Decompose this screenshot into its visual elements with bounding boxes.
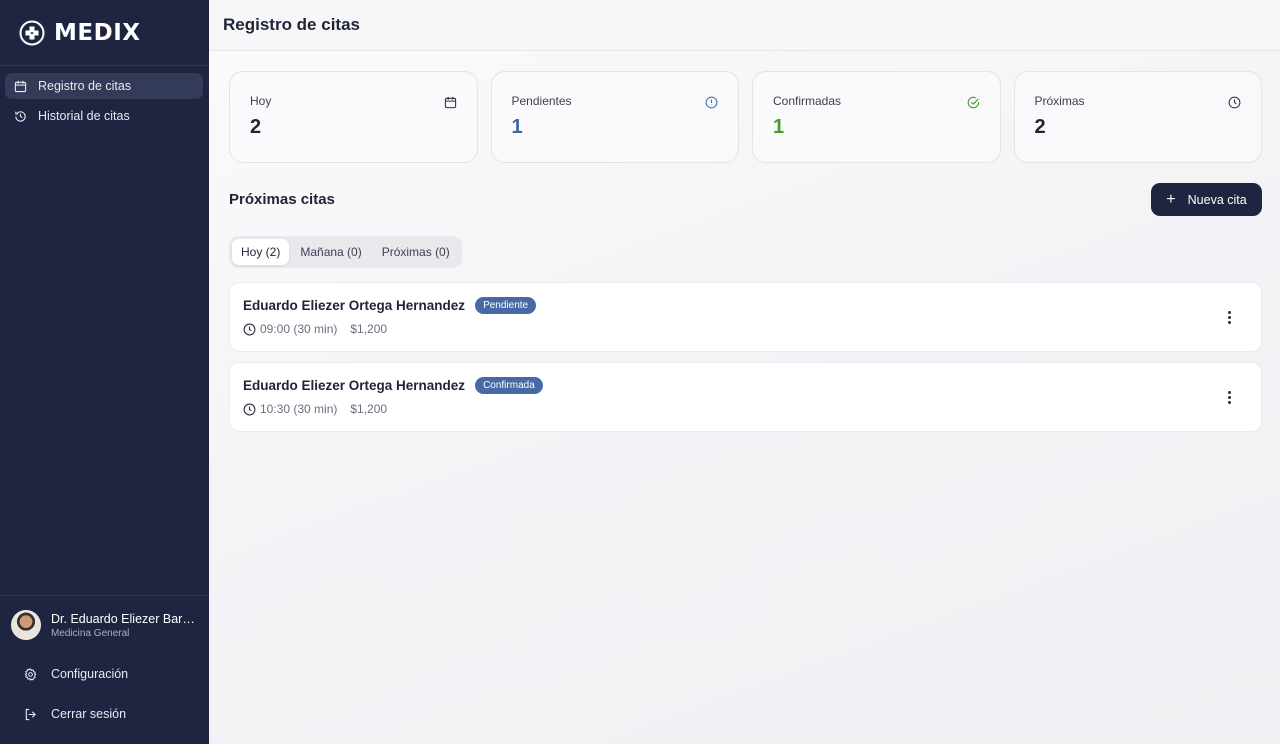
stat-card-proximas: Próximas 2 — [1013, 71, 1262, 163]
new-appointment-label: Nueva cita — [1187, 192, 1247, 207]
stat-label: Próximas — [1034, 94, 1085, 108]
logout-icon — [25, 708, 36, 720]
topbar: Registro de citas — [209, 0, 1280, 51]
patient-name: Eduardo Eliezer Ortega Hernandez — [243, 298, 466, 313]
appointment-tabs: Hoy (2) Mañana (0) Próximas (0) — [229, 236, 462, 268]
main-content: Registro de citas Hoy 2 Pendientes 1 Con… — [209, 0, 1280, 744]
user-role: Medicina General — [51, 627, 130, 639]
appointment-list: Eduardo Eliezer Ortega Hernandez Pendien… — [229, 282, 1262, 442]
history-icon — [15, 110, 26, 122]
settings-label: Configuración — [51, 667, 129, 681]
appointment-time: 10:30 (30 min) — [260, 402, 338, 416]
status-badge: Confirmada — [475, 377, 543, 394]
brand[interactable]: MEDIX — [0, 0, 209, 66]
stat-label: Confirmadas — [773, 94, 842, 108]
appointments-header: Próximas citas + Nueva cita — [229, 183, 1262, 216]
brand-name: MEDIX — [54, 19, 141, 46]
user-name: Dr. Eduardo Eliezer Barri... — [51, 611, 197, 626]
avatar — [11, 610, 41, 640]
stat-label: Hoy — [250, 94, 272, 108]
more-options-icon[interactable] — [1221, 387, 1237, 407]
new-appointment-button[interactable]: + Nueva cita — [1151, 183, 1262, 216]
calendar-icon — [444, 96, 456, 109]
sidebar-item-label: Registro de citas — [38, 79, 132, 93]
clock-icon — [243, 323, 256, 335]
stat-card-pendientes: Pendientes 1 — [490, 71, 739, 163]
calendar-icon — [14, 80, 27, 92]
tab-proximas[interactable]: Próximas (0) — [373, 239, 459, 265]
sidebar-footer: Dr. Eduardo Eliezer Barri... Medicina Ge… — [0, 595, 209, 744]
stat-value: 2 — [1034, 116, 1046, 138]
patient-name: Eduardo Eliezer Ortega Hernandez — [243, 378, 466, 393]
appointment-price: $1,200 — [350, 402, 388, 416]
stat-card-hoy: Hoy 2 — [229, 71, 478, 163]
more-options-icon[interactable] — [1221, 307, 1237, 327]
logout-button[interactable]: Cerrar sesión — [0, 694, 209, 734]
status-badge: Pendiente — [475, 297, 537, 314]
appointment-card[interactable]: Eduardo Eliezer Ortega Hernandez Confirm… — [229, 362, 1262, 432]
plus-icon: + — [1166, 190, 1176, 208]
appointment-price: $1,200 — [350, 322, 388, 336]
settings-button[interactable]: Configuración — [0, 654, 209, 694]
sidebar-nav: Registro de citas Historial de citas — [0, 66, 209, 133]
stat-value: 2 — [250, 116, 262, 138]
check-circle-icon — [967, 96, 979, 109]
user-profile[interactable]: Dr. Eduardo Eliezer Barri... Medicina Ge… — [0, 596, 209, 654]
alert-circle-icon — [705, 96, 718, 109]
tab-manana[interactable]: Mañana (0) — [291, 239, 370, 265]
sidebar-item-label: Historial de citas — [38, 109, 130, 123]
logout-label: Cerrar sesión — [51, 707, 127, 721]
gear-icon — [24, 667, 37, 681]
stat-label: Pendientes — [511, 94, 572, 108]
sidebar-item-registro-de-citas[interactable]: Registro de citas — [5, 73, 203, 99]
clock-icon — [243, 403, 256, 415]
medical-cross-logo-icon — [19, 20, 45, 45]
sidebar-item-historial-de-citas[interactable]: Historial de citas — [5, 103, 203, 129]
stats-row: Hoy 2 Pendientes 1 Confirmadas 1 Próxima… — [229, 71, 1262, 163]
appointment-card[interactable]: Eduardo Eliezer Ortega Hernandez Pendien… — [229, 282, 1262, 352]
clock-icon — [1228, 96, 1241, 109]
stat-value: 1 — [511, 116, 523, 138]
page-title: Registro de citas — [223, 15, 360, 34]
stat-card-confirmadas: Confirmadas 1 — [752, 71, 1001, 163]
tab-hoy[interactable]: Hoy (2) — [232, 239, 290, 265]
sidebar: MEDIX Registro de citas Historial de cit… — [0, 0, 209, 744]
stat-value: 1 — [773, 116, 785, 138]
appointment-time: 09:00 (30 min) — [260, 322, 338, 336]
section-title: Próximas citas — [229, 191, 335, 208]
